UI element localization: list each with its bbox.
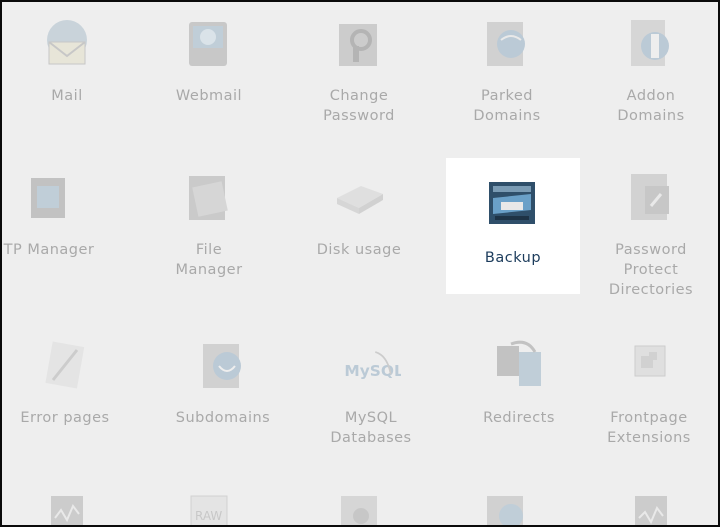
subdomains-icon <box>193 334 253 394</box>
mail-icon <box>37 12 97 72</box>
subdomains-label: Subdomains <box>175 410 271 426</box>
webmail-item[interactable]: Webmail <box>144 12 274 106</box>
change-password-label: Change Password <box>323 88 395 124</box>
raw-icon-text: RAW <box>195 509 222 523</box>
ftp-manager-icon <box>19 166 79 226</box>
redirects-item[interactable]: Redirects <box>454 334 584 428</box>
ftp-manager-label: TP Manager <box>3 242 95 258</box>
backup-item[interactable]: Backup <box>446 158 580 294</box>
row4-item-3[interactable] <box>294 488 424 525</box>
redirects-icon <box>489 334 549 394</box>
webmail-label: Webmail <box>175 88 243 104</box>
mysql-label: MySQL Databases <box>330 410 412 446</box>
frontpage-extensions-label: Frontpage Extensions <box>607 410 691 446</box>
redirects-label: Redirects <box>483 410 555 426</box>
error-pages-icon <box>35 334 95 394</box>
change-password-icon <box>329 12 389 72</box>
row4-item-1[interactable] <box>2 488 132 525</box>
frontpage-extensions-icon <box>619 334 679 394</box>
addon-domains-icon <box>621 12 681 72</box>
change-password-item[interactable]: Change Password <box>294 12 424 126</box>
addon-domains-item[interactable]: Addon Domains <box>586 12 716 126</box>
row4-item-5[interactable] <box>586 488 716 525</box>
password-protect-item[interactable]: Password Protect Directories <box>586 166 716 300</box>
backup-icon <box>483 174 543 234</box>
addon-domains-label: Addon Domains <box>617 88 685 124</box>
document-icon <box>329 488 389 525</box>
webmail-icon <box>179 12 239 72</box>
disk-usage-icon <box>329 166 389 226</box>
parked-domains-label: Parked Domains <box>473 88 541 124</box>
error-pages-label: Error pages <box>20 410 110 426</box>
parked-domains-item[interactable]: Parked Domains <box>442 12 572 126</box>
subdomains-item[interactable]: Subdomains <box>158 334 288 428</box>
mysql-logo-text: MySQL <box>344 362 401 380</box>
mail-item[interactable]: Mail <box>2 12 132 106</box>
raw-log-item[interactable]: RAW <box>144 488 274 525</box>
raw-log-icon: RAW <box>179 488 239 525</box>
error-pages-item[interactable]: Error pages <box>2 334 130 428</box>
disk-usage-item[interactable]: Disk usage <box>294 166 424 260</box>
password-protect-icon <box>621 166 681 226</box>
frontpage-extensions-item[interactable]: Frontpage Extensions <box>584 334 714 448</box>
mysql-item[interactable]: MySQL MySQL Databases <box>306 334 436 448</box>
password-protect-label: Password Protect Directories <box>608 242 694 298</box>
file-manager-label: File Manager <box>175 242 243 278</box>
mysql-icon: MySQL <box>341 334 401 394</box>
disk-usage-label: Disk usage <box>316 242 402 258</box>
parked-domains-icon <box>477 12 537 72</box>
file-manager-item[interactable]: File Manager <box>144 166 274 280</box>
file-manager-icon <box>179 166 239 226</box>
stats-chart-icon <box>621 488 681 525</box>
ftp-manager-item[interactable]: TP Manager <box>2 166 114 260</box>
cpanel-icon-grid: Mail Webmail Change Password Parked Doma… <box>0 0 720 527</box>
mail-label: Mail <box>51 88 83 104</box>
row4-item-4[interactable] <box>442 488 572 525</box>
clock-icon <box>477 488 537 525</box>
backup-label: Backup <box>484 250 542 266</box>
stats-graph-icon <box>37 488 97 525</box>
